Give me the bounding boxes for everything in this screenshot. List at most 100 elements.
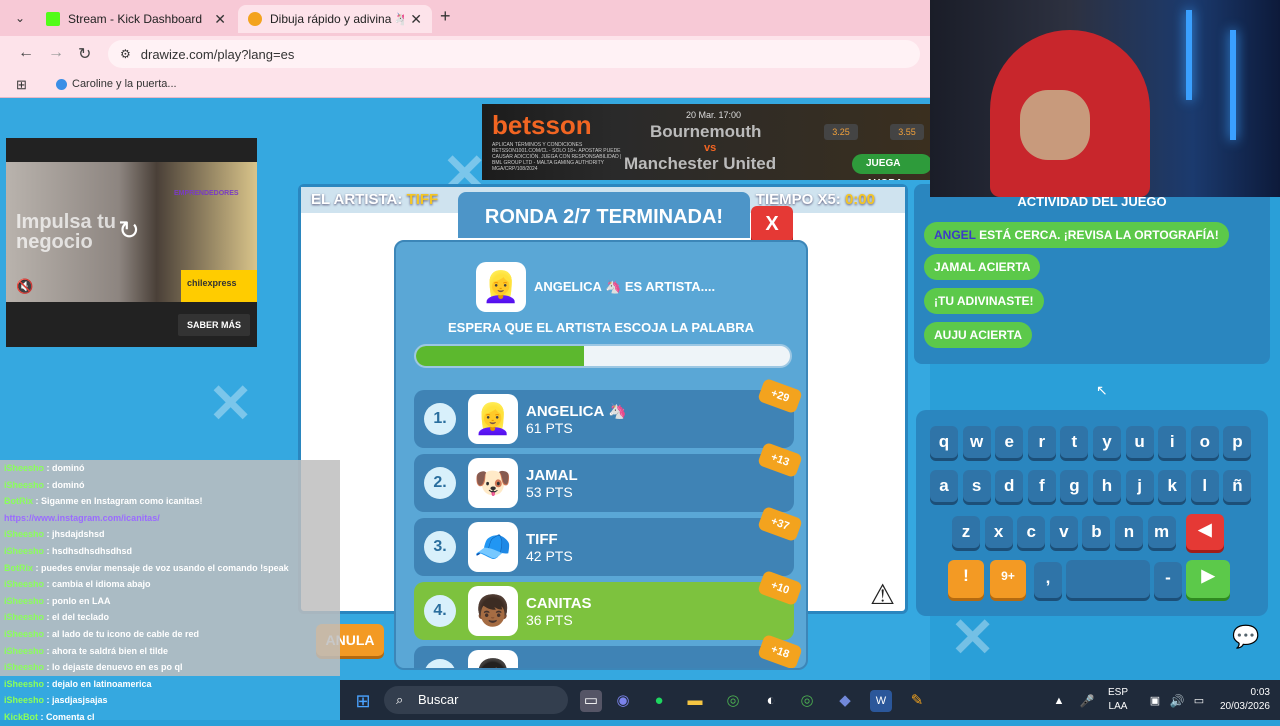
replay-icon[interactable]: ↻ bbox=[118, 216, 146, 244]
key-j[interactable]: j bbox=[1125, 470, 1154, 502]
chat-message: iSheesho : cambia el idioma abajo bbox=[0, 576, 340, 593]
send-key[interactable]: ▶ bbox=[1186, 560, 1230, 598]
key-e[interactable]: e bbox=[995, 426, 1024, 458]
input-language[interactable]: ESP LAA bbox=[1108, 686, 1128, 714]
teams-icon[interactable]: ◉ bbox=[612, 690, 634, 712]
key-c[interactable]: c bbox=[1017, 516, 1046, 548]
spotify-icon[interactable]: ● bbox=[648, 690, 670, 712]
chat-bubble-icon[interactable]: 💬 bbox=[1232, 624, 1259, 650]
ad-brand: betsson bbox=[492, 110, 592, 140]
key-r[interactable]: r bbox=[1027, 426, 1056, 458]
site-info-icon[interactable]: ⚙ bbox=[120, 47, 131, 61]
activity-message: ¡TU ADIVINASTE! bbox=[924, 288, 1044, 314]
key-b[interactable]: b bbox=[1082, 516, 1111, 548]
chat-message: iSheesho : jhsdajdshsd bbox=[0, 526, 340, 543]
key-ñ[interactable]: ñ bbox=[1223, 470, 1252, 502]
saber-mas-button[interactable]: SABER MÁS bbox=[178, 314, 250, 336]
key-g[interactable]: g bbox=[1060, 470, 1089, 502]
chat-username: BotRix bbox=[4, 496, 36, 507]
chat-username: iSheesho bbox=[4, 579, 47, 590]
reload-icon[interactable]: ↻ bbox=[78, 44, 91, 64]
round-progress-bar bbox=[414, 344, 792, 368]
key-p[interactable]: p bbox=[1223, 426, 1252, 458]
backspace-key[interactable]: ◀ bbox=[1186, 514, 1224, 550]
network-icon[interactable]: ▣ bbox=[1144, 690, 1166, 712]
chat-text: : dejalo en latinoamerica bbox=[46, 678, 152, 689]
close-tab-icon[interactable]: ✕ bbox=[214, 11, 226, 28]
key-x[interactable]: x bbox=[984, 516, 1013, 548]
explorer-icon[interactable]: ▬ bbox=[684, 690, 706, 712]
url-input[interactable]: ⚙ drawize.com/play?lang=es bbox=[108, 40, 920, 68]
player-name: JAMAL bbox=[526, 466, 578, 484]
key-v[interactable]: v bbox=[1049, 516, 1078, 548]
tray-chevron-icon[interactable]: ▲ bbox=[1048, 690, 1070, 712]
volume-icon[interactable]: 🔊 bbox=[1166, 690, 1188, 712]
word-icon[interactable]: W bbox=[870, 690, 892, 712]
key-h[interactable]: h bbox=[1093, 470, 1121, 502]
forward-icon[interactable]: → bbox=[48, 44, 64, 62]
space-key[interactable] bbox=[1066, 560, 1150, 598]
key-o[interactable]: o bbox=[1190, 426, 1219, 458]
taskbar-search[interactable]: ⌕ Buscar bbox=[384, 686, 568, 714]
rank-number: 1. bbox=[424, 403, 456, 435]
new-tab-button[interactable]: + bbox=[440, 6, 451, 27]
comma-key[interactable]: , bbox=[1034, 562, 1062, 598]
tab-drawize[interactable]: Dibuja rápido y adivina 🦄 Un ✕ bbox=[238, 5, 432, 33]
ad-banner[interactable]: betsson APLICAN TÉRMINOS Y CONDICIONES B… bbox=[482, 104, 930, 180]
points-gain-badge: +37 bbox=[757, 505, 803, 543]
chrome-active-icon[interactable]: ◎ bbox=[796, 690, 818, 712]
key-l[interactable]: l bbox=[1190, 470, 1219, 502]
more-key[interactable]: 9+ bbox=[990, 560, 1026, 598]
key-m[interactable]: m bbox=[1147, 516, 1176, 548]
artist-avatar: 👱‍♀️ bbox=[476, 262, 526, 312]
key-u[interactable]: u bbox=[1125, 426, 1154, 458]
bookmark-item[interactable]: Caroline y la puerta... bbox=[56, 78, 177, 90]
close-tab-icon[interactable]: ✕ bbox=[410, 11, 422, 28]
activity-message: ANGEL ESTÁ CERCA. ¡REVISA LA ORTOGRAFÍA! bbox=[924, 222, 1229, 248]
tab-kick-dashboard[interactable]: Stream - Kick Dashboard ✕ bbox=[36, 5, 236, 33]
player-points: 53 PTS bbox=[526, 483, 573, 500]
apps-icon[interactable]: ⊞ bbox=[16, 77, 27, 93]
key-k[interactable]: k bbox=[1158, 470, 1187, 502]
bookmark-icon bbox=[56, 78, 67, 90]
key-w[interactable]: w bbox=[962, 426, 991, 458]
key-a[interactable]: a bbox=[930, 470, 958, 502]
obs-icon[interactable]: ◐ bbox=[760, 690, 782, 712]
key-d[interactable]: d bbox=[995, 470, 1024, 502]
key-n[interactable]: n bbox=[1115, 516, 1143, 548]
chat-message: iSheesho : hsdhsdhsdhsdhsd bbox=[0, 542, 340, 560]
taskview-icon[interactable]: ▭ bbox=[580, 690, 602, 712]
chat-message: KickBot : Comenta cl bbox=[0, 709, 340, 726]
chat-text: : dominó bbox=[46, 463, 85, 473]
battery-icon[interactable]: ▭ bbox=[1188, 690, 1210, 712]
key-z[interactable]: z bbox=[952, 516, 980, 548]
key-f[interactable]: f bbox=[1027, 470, 1056, 502]
close-modal-button[interactable]: X bbox=[751, 206, 793, 242]
chrome-icon[interactable]: ◎ bbox=[722, 690, 744, 712]
hint-key[interactable]: ! bbox=[948, 560, 984, 598]
video-tag: EMPRENDEDORES bbox=[174, 190, 239, 197]
search-placeholder: Buscar bbox=[418, 692, 459, 707]
app-icon[interactable]: ✎ bbox=[906, 690, 928, 712]
key-y[interactable]: y bbox=[1093, 426, 1121, 458]
back-icon[interactable]: ← bbox=[18, 44, 34, 62]
decor-x-icon: ✕ bbox=[208, 374, 254, 434]
video-ad[interactable]: Impulsa tu negocio EMPRENDEDORES chilexp… bbox=[6, 138, 257, 347]
discord-icon[interactable]: ◆ bbox=[834, 690, 856, 712]
ad-cta-button[interactable]: JUEGA AHORA bbox=[852, 154, 930, 180]
report-warning-icon[interactable]: ⚠ bbox=[870, 578, 895, 611]
taskbar-clock[interactable]: 0:03 20/03/2026 bbox=[1220, 686, 1270, 714]
tab-search-icon[interactable]: ⌄ bbox=[10, 8, 30, 28]
key-t[interactable]: t bbox=[1060, 426, 1089, 458]
chat-username: iSheesho bbox=[4, 479, 47, 490]
key-q[interactable]: q bbox=[930, 426, 958, 458]
chat-link[interactable]: https://www.instagram.com/icanitas/ bbox=[4, 513, 160, 523]
chat-username: iSheesho bbox=[4, 529, 47, 540]
windows-start-icon[interactable]: ⊞ bbox=[352, 690, 374, 712]
next-artist-text: ANGELICA 🦄 ES ARTISTA.... bbox=[534, 279, 716, 294]
mute-icon[interactable]: 🔇 bbox=[16, 278, 33, 295]
mic-icon[interactable]: 🎤 bbox=[1076, 690, 1098, 712]
key-i[interactable]: i bbox=[1158, 426, 1187, 458]
key-s[interactable]: s bbox=[962, 470, 991, 502]
dash-key[interactable]: - bbox=[1154, 562, 1182, 598]
